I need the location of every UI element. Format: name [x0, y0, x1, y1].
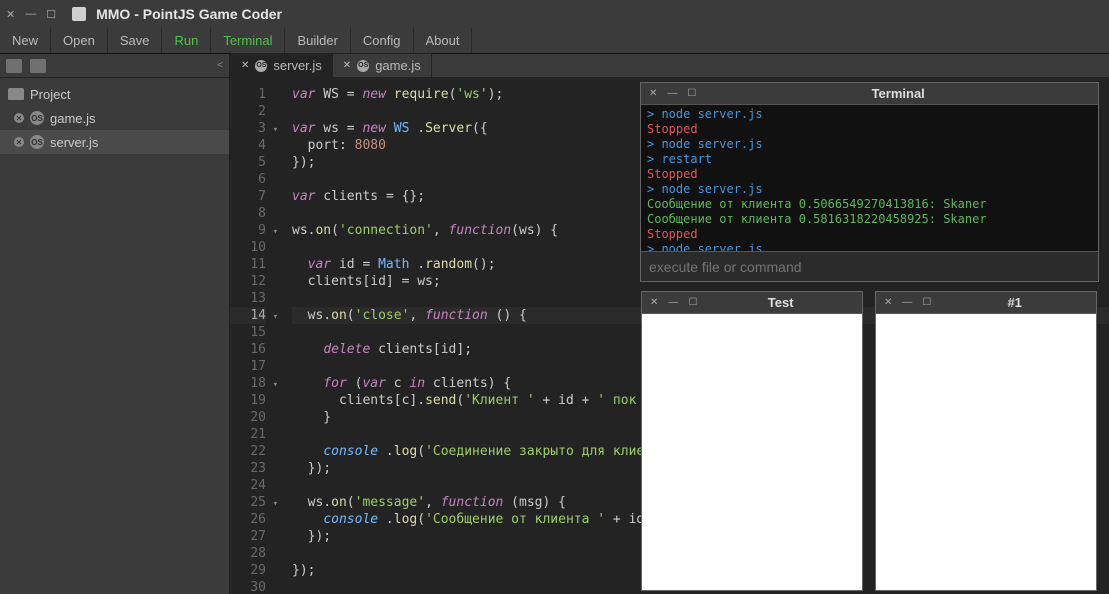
- panel-one-titlebar[interactable]: ✕ — ☐ #1: [876, 292, 1096, 314]
- titlebar: ✕ — ☐ MMO - PointJS Game Coder: [0, 0, 1109, 28]
- file-label: server.js: [50, 135, 98, 150]
- tree-project-root[interactable]: Project: [0, 82, 229, 106]
- test-panel: ✕ — ☐ Test: [641, 291, 863, 591]
- menu-config[interactable]: Config: [351, 28, 414, 53]
- sidebar-icon-2[interactable]: [30, 59, 46, 73]
- window-title: MMO - PointJS Game Coder: [96, 6, 282, 22]
- sidebar: < Project ✕ OS game.js ✕ OS server.js: [0, 54, 230, 594]
- panel-minimize-icon[interactable]: —: [668, 297, 678, 308]
- file-label: game.js: [50, 111, 96, 126]
- project-label: Project: [30, 87, 70, 102]
- panel-close-icon[interactable]: ✕: [649, 88, 657, 99]
- panel-minimize-icon[interactable]: —: [902, 297, 912, 308]
- js-file-icon: OS: [30, 135, 44, 149]
- tab-label: server.js: [273, 58, 321, 73]
- menu-run[interactable]: Run: [162, 28, 211, 53]
- close-file-icon[interactable]: ✕: [14, 137, 24, 147]
- tab-close-icon[interactable]: ✕: [343, 60, 351, 71]
- sidebar-icon-1[interactable]: [6, 59, 22, 73]
- folder-icon: [8, 88, 24, 100]
- tree-file-server[interactable]: ✕ OS server.js: [0, 130, 229, 154]
- terminal-titlebar[interactable]: ✕ — ☐ Terminal: [641, 83, 1098, 105]
- terminal-title: Terminal: [872, 86, 925, 101]
- close-file-icon[interactable]: ✕: [14, 113, 24, 123]
- panel-one: ✕ — ☐ #1: [875, 291, 1097, 591]
- menu-open[interactable]: Open: [51, 28, 108, 53]
- file-tree: Project ✕ OS game.js ✕ OS server.js: [0, 78, 229, 158]
- sidebar-toolbar: <: [0, 54, 229, 78]
- panel-close-icon[interactable]: ✕: [884, 297, 892, 308]
- terminal-output[interactable]: > node server.jsStopped> node server.js>…: [641, 105, 1098, 251]
- menu-new[interactable]: New: [0, 28, 51, 53]
- tab-close-icon[interactable]: ✕: [241, 60, 249, 71]
- close-icon[interactable]: ✕: [6, 8, 15, 21]
- panel-minimize-icon[interactable]: —: [667, 88, 677, 99]
- panel-close-icon[interactable]: ✕: [650, 297, 658, 308]
- menu-about[interactable]: About: [414, 28, 473, 53]
- panel-one-title: #1: [1007, 295, 1021, 310]
- tab-label: game.js: [375, 58, 421, 73]
- test-titlebar[interactable]: ✕ — ☐ Test: [642, 292, 862, 314]
- panel-one-body[interactable]: [876, 314, 1096, 590]
- terminal-input-row: [641, 251, 1098, 281]
- js-file-icon: OS: [30, 111, 44, 125]
- menu-terminal[interactable]: Terminal: [211, 28, 285, 53]
- js-file-icon: OS: [357, 60, 369, 72]
- panel-maximize-icon[interactable]: ☐: [922, 297, 931, 308]
- test-body[interactable]: [642, 314, 862, 590]
- terminal-input[interactable]: [649, 259, 1090, 275]
- menu-save[interactable]: Save: [108, 28, 163, 53]
- js-file-icon: OS: [255, 60, 267, 72]
- menubar: New Open Save Run Terminal Builder Confi…: [0, 28, 1109, 54]
- tab-server[interactable]: ✕ OS server.js: [230, 53, 333, 77]
- app-icon: [72, 7, 86, 21]
- test-title: Test: [768, 295, 794, 310]
- tab-game[interactable]: ✕ OS game.js: [332, 53, 432, 77]
- minimize-icon[interactable]: —: [25, 8, 36, 20]
- menu-builder[interactable]: Builder: [285, 28, 350, 53]
- terminal-panel: ✕ — ☐ Terminal > node server.jsStopped> …: [640, 82, 1099, 282]
- sidebar-collapse-icon[interactable]: <: [217, 60, 223, 71]
- editor-tabs: ✕ OS server.js ✕ OS game.js: [230, 54, 1109, 78]
- panel-maximize-icon[interactable]: ☐: [688, 297, 697, 308]
- maximize-icon[interactable]: ☐: [46, 8, 56, 21]
- tree-file-game[interactable]: ✕ OS game.js: [0, 106, 229, 130]
- panel-maximize-icon[interactable]: ☐: [687, 88, 696, 99]
